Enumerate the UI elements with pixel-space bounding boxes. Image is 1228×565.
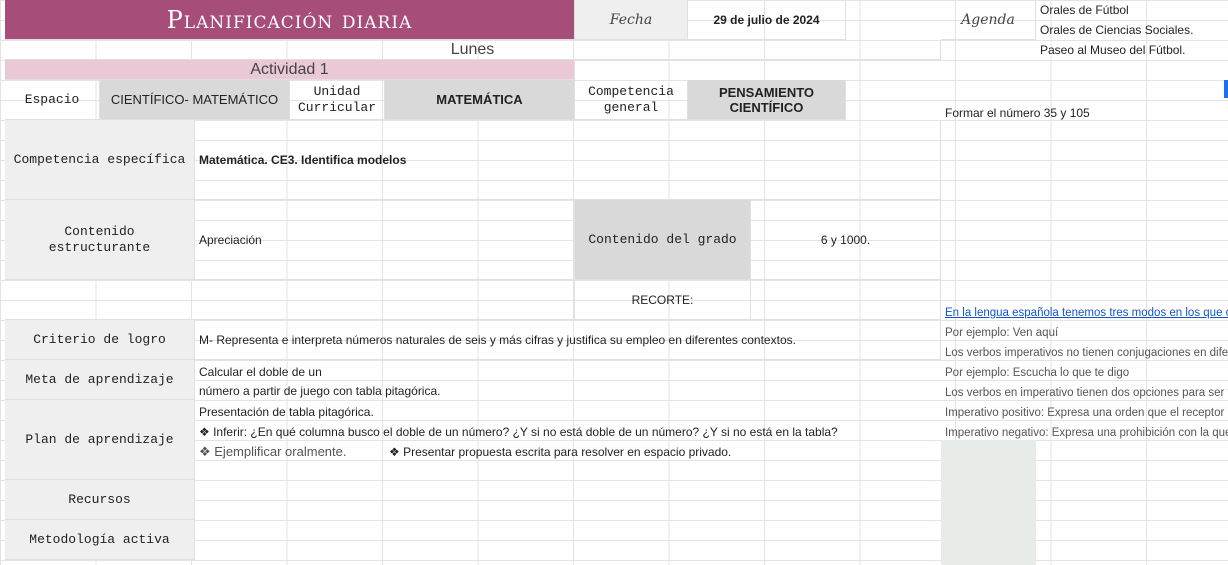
grammar-note[interactable]: Los verbos en imperativo tienen dos opci… bbox=[941, 383, 1228, 403]
espacio-label[interactable]: Espacio bbox=[5, 80, 100, 120]
grammar-note[interactable]: Imperativo negativo: Expresa una prohibi… bbox=[941, 423, 1228, 443]
criterio-logro-label[interactable]: Criterio de logro bbox=[5, 320, 195, 360]
competencia-especifica-label[interactable]: Competencia específica bbox=[5, 120, 195, 200]
competencia-especifica-value[interactable]: Matemática. CE3. Identifica modelos bbox=[195, 120, 941, 200]
page-title[interactable]: Planificación diaria bbox=[5, 0, 575, 40]
grammar-note[interactable]: Los verbos imperativos no tienen conjuga… bbox=[941, 343, 1228, 363]
day-label[interactable]: Lunes bbox=[5, 40, 941, 60]
meta-aprendizaje-label[interactable]: Meta de aprendizaje bbox=[5, 360, 195, 400]
plan-aprendizaje-line[interactable]: ❖ Presentar propuesta escrita para resol… bbox=[385, 442, 941, 462]
recorte-label[interactable]: RECORTE: bbox=[575, 280, 751, 320]
grammar-note[interactable]: Por ejemplo: Escucha lo que te digo bbox=[941, 363, 1228, 383]
agenda-label[interactable]: Agenda bbox=[941, 0, 1036, 40]
plan-aprendizaje-line[interactable]: ❖ Ejemplificar oralmente. bbox=[195, 442, 385, 462]
unidad-curricular-label[interactable]: Unidad Curricular bbox=[290, 80, 385, 120]
agenda-item[interactable]: Orales de Ciencias Sociales. bbox=[1036, 20, 1228, 40]
recorte-blank[interactable] bbox=[5, 280, 575, 320]
recursos-label[interactable]: Recursos bbox=[5, 480, 195, 520]
side-note[interactable]: Formar el número 35 y 105 bbox=[941, 100, 1228, 125]
grammar-note-link[interactable]: En la lengua española tenemos tres modos… bbox=[941, 303, 1228, 323]
meta-aprendizaje-line[interactable]: número a partir de juego con tabla pitag… bbox=[195, 382, 941, 400]
criterio-logro-value[interactable]: M- Representa e interpreta números natur… bbox=[195, 320, 941, 360]
grammar-note[interactable]: Imperativo positivo: Expresa una orden q… bbox=[941, 403, 1228, 423]
fecha-value[interactable]: 29 de julio de 2024 bbox=[688, 0, 846, 40]
plan-aprendizaje-line[interactable]: ❖ Inferir: ¿En qué columna busco el dobl… bbox=[195, 422, 941, 442]
competencia-general-value[interactable]: PENSAMIENTO CIENTÍFICO bbox=[688, 80, 846, 120]
recorte-value[interactable] bbox=[751, 280, 941, 320]
grammar-note[interactable]: Por ejemplo: Ven aquí bbox=[941, 323, 1228, 343]
side-column-fill bbox=[941, 440, 1036, 565]
agenda-item[interactable]: Paseo al Museo del Fútbol. bbox=[1036, 40, 1228, 60]
meta-aprendizaje-line[interactable]: Calcular el doble de un bbox=[195, 362, 575, 382]
activity-label[interactable]: Actividad 1 bbox=[5, 60, 575, 80]
espacio-value[interactable]: CIENTÍFICO- MATEMÁTICO bbox=[100, 80, 290, 120]
plan-aprendizaje-line[interactable]: Presentación de tabla pitagórica. bbox=[195, 402, 575, 422]
contenido-estructurante-value[interactable]: Apreciación bbox=[195, 200, 575, 280]
contenido-grado-value[interactable]: 6 y 1000. bbox=[751, 200, 941, 280]
contenido-grado-label[interactable]: Contenido del grado bbox=[575, 200, 751, 280]
agenda-item[interactable]: Orales de Fútbol bbox=[1036, 0, 1228, 20]
competencia-general-label[interactable]: Competencia general bbox=[575, 80, 688, 120]
fecha-label[interactable]: Fecha bbox=[575, 0, 688, 40]
plan-aprendizaje-label[interactable]: Plan de aprendizaje bbox=[5, 400, 195, 480]
metodologia-activa-label[interactable]: Metodología activa bbox=[5, 520, 195, 560]
contenido-estructurante-label[interactable]: Contenido estructurante bbox=[5, 200, 195, 280]
cell-selection-indicator bbox=[1224, 80, 1228, 98]
unidad-curricular-value[interactable]: MATEMÁTICA bbox=[385, 80, 575, 120]
